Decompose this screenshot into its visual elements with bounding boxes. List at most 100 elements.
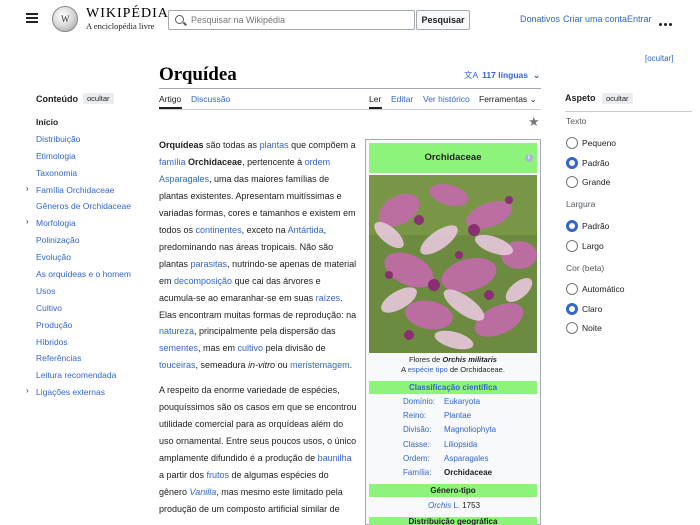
radio-unselected-icon[interactable] <box>566 176 578 188</box>
toc-item[interactable]: Referências <box>26 353 146 370</box>
taxonomy-rank[interactable]: Domínio: <box>403 397 435 406</box>
toc-item[interactable]: › Morfologia <box>26 217 146 235</box>
wordmark[interactable]: WIKIPÉDIA <box>86 6 169 22</box>
menu-icon[interactable] <box>26 13 38 23</box>
toc-item-label: Polinização <box>36 235 80 246</box>
toc-item-label: Etimologia <box>36 150 76 161</box>
toc-item[interactable]: Taxonomia <box>26 168 146 185</box>
donate-link[interactable]: Donativos <box>520 14 560 24</box>
tab-read[interactable]: Ler <box>369 94 381 104</box>
bold-term: Orchidaceae <box>188 156 243 167</box>
appearance-hide-button[interactable]: ocultar <box>602 93 633 104</box>
taxonomy-value[interactable]: Asparagales <box>444 454 488 463</box>
info-icon[interactable]: i <box>525 154 533 162</box>
header: W WIKIPÉDIA A enciclopédia livre Pesquis… <box>0 0 700 40</box>
radio-unselected-icon[interactable] <box>566 283 578 295</box>
inline-link[interactable]: ordem <box>305 157 331 167</box>
language-selector[interactable]: 文A 117 línguas ⌄ <box>464 69 540 81</box>
caption-a: A <box>401 365 408 374</box>
toc-item[interactable]: Híbridos <box>26 337 146 354</box>
inline-link[interactable]: plantas <box>260 140 289 150</box>
radio-unselected-icon[interactable] <box>566 239 578 252</box>
inline-link[interactable]: baunilha <box>318 453 352 463</box>
inline-link[interactable]: Asparagales <box>159 174 209 184</box>
genus-link[interactable]: Orchis L. <box>428 501 460 510</box>
radio-unselected-icon[interactable] <box>566 322 578 334</box>
toc-item[interactable]: Etimologia <box>26 151 146 168</box>
inline-link[interactable]: touceiras <box>159 360 196 370</box>
caption-species: Orchis militaris <box>442 355 497 364</box>
search-icon <box>175 15 184 24</box>
taxonomy-rank[interactable]: Classe: <box>403 440 430 449</box>
tab-history[interactable]: Ver histórico <box>423 94 470 104</box>
inline-link[interactable]: natureza <box>159 326 194 336</box>
inline-link[interactable]: meristemagem <box>290 360 350 370</box>
toc-hide-button[interactable]: ocultar <box>83 93 114 104</box>
caption-type-link[interactable]: espécie tipo <box>408 365 448 374</box>
tab-talk[interactable]: Discussão <box>191 94 230 104</box>
taxonomy-value[interactable]: Magnoliophyta <box>444 425 496 434</box>
taxonomy-value[interactable]: Eukaryota <box>444 397 480 406</box>
toc-item-label: Morfologia <box>36 218 76 229</box>
toc-item[interactable]: Produção <box>26 320 146 337</box>
tab-edit[interactable]: Editar <box>391 94 413 104</box>
hide-toggle-top[interactable]: [ocultar] <box>645 54 673 63</box>
tools-menu[interactable]: Ferramentas ⌄ <box>479 94 537 105</box>
toc-item-label: Distribuição <box>36 133 81 144</box>
more-options-icon[interactable] <box>659 18 674 28</box>
inline-link[interactable]: continentes <box>196 225 242 235</box>
inline-link[interactable]: sementes <box>159 343 198 353</box>
radio-selected-icon[interactable] <box>566 220 578 232</box>
inline-link[interactable]: raízes <box>316 293 341 303</box>
create-account-link[interactable]: Criar uma conta <box>563 14 627 24</box>
taxonomy-rank[interactable]: Família: <box>403 468 431 477</box>
search-button[interactable]: Pesquisar <box>416 10 470 30</box>
toc-item[interactable]: Leitura recomendada <box>26 370 146 387</box>
inline-link[interactable]: cultivo <box>238 343 264 353</box>
classification-header[interactable]: Classificação científica <box>369 381 537 394</box>
taxonomy-rank[interactable]: Divisão: <box>403 425 431 434</box>
toc-item[interactable]: Evolução <box>26 252 146 269</box>
taxonomy-rank[interactable]: Ordem: <box>403 454 430 463</box>
infobox-caption: Flores de Orchis militaris A espécie tip… <box>369 355 537 375</box>
orchid-photo[interactable] <box>369 175 537 353</box>
toc-item[interactable]: Gêneros de Orchidaceae <box>26 201 146 218</box>
chevron-right-icon[interactable]: › <box>26 217 29 226</box>
inline-link[interactable]: Antártida <box>288 225 324 235</box>
genus-year: 1753 <box>462 501 481 510</box>
inline-link[interactable]: família <box>159 157 186 167</box>
toc-item-label: Referências <box>36 353 82 364</box>
tab-article[interactable]: Artigo <box>159 94 181 104</box>
toc-item[interactable]: › Ligações externas <box>26 386 146 404</box>
inline-link[interactable]: decomposição <box>174 276 232 286</box>
taxonomy-row: Divisão: Magnoliophyta <box>366 425 542 439</box>
appearance-title: Aspeto <box>565 93 596 103</box>
chevron-right-icon[interactable]: › <box>26 184 29 193</box>
toc-item[interactable]: Cultivo <box>26 303 146 320</box>
toc-item[interactable]: › Família Orchidaceae <box>26 184 146 202</box>
toc-item[interactable]: Usos <box>26 286 146 303</box>
toc-item[interactable]: Polinização <box>26 235 146 252</box>
radio-label: Noite <box>582 323 602 333</box>
radio-unselected-icon[interactable] <box>566 137 578 149</box>
toc-item[interactable]: Distribuição <box>26 134 146 151</box>
toc-item[interactable]: Início <box>26 117 146 134</box>
toc-item[interactable]: As orquídeas e o homem <box>26 269 146 286</box>
login-link[interactable]: Entrar <box>627 14 652 24</box>
chevron-down-icon: ⌄ <box>529 94 537 104</box>
taxonomy-value[interactable]: Liliopsida <box>444 440 477 449</box>
wikipedia-globe-logo[interactable]: W <box>52 6 78 32</box>
radio-selected-icon[interactable] <box>566 156 578 169</box>
inline-link[interactable]: Vanilla <box>190 487 217 497</box>
taxonomy-value[interactable]: Plantae <box>444 411 471 420</box>
search-input[interactable] <box>191 13 411 27</box>
chevron-right-icon[interactable]: › <box>26 386 29 395</box>
toc-item-label: Ligações externas <box>36 387 105 398</box>
appearance-panel: Aspeto ocultar Texto Pequeno Padrão Grande… <box>557 93 697 334</box>
taxonomy-row: Classe: Liliopsida <box>366 440 542 454</box>
taxonomy-rank[interactable]: Reino: <box>403 411 426 420</box>
watch-star-icon[interactable]: ★ <box>528 114 540 130</box>
inline-link[interactable]: parasitas <box>191 259 228 269</box>
inline-link[interactable]: frutos <box>207 470 230 480</box>
radio-selected-icon[interactable] <box>566 302 578 315</box>
